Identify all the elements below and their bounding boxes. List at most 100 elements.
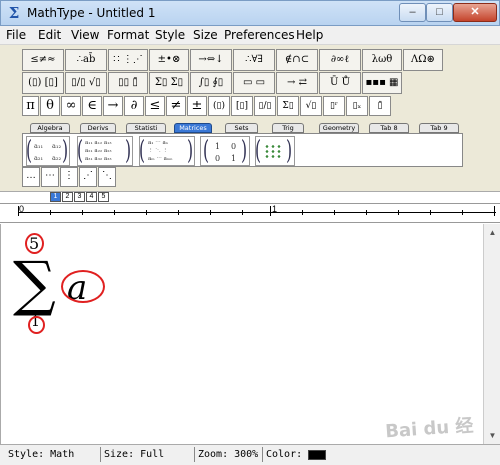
matrix-template-panel: ( a₁₁ a₁₂ a₂₁ a₂₂ ) ( a₁₁ a₁₂ a₁₃ a₂₁ a₂… <box>22 133 463 167</box>
status-style: Style: Math <box>8 449 75 460</box>
tab-trig[interactable]: Trig <box>272 123 304 133</box>
window-title: MathType - Untitled 1 <box>27 6 156 20</box>
matrix-3x3-template[interactable]: ( a₁₁ a₁₂ a₁₃ a₂₁ a₂₂ a₂₃ a₃₁ a₃₂ a₃₃ ) <box>77 136 133 166</box>
ellipsis-row: … ⋯ ⋮ ⋰ ⋱ <box>22 167 116 187</box>
menu-preferences[interactable]: Preferences <box>224 28 295 42</box>
tab-statistics[interactable]: Statisti <box>126 123 166 133</box>
less-equal-symbol-button[interactable]: ≤ <box>145 96 165 116</box>
pi-symbol-button[interactable]: π <box>22 96 39 116</box>
brackets-template-button[interactable]: [▯] <box>231 96 253 116</box>
arrow-symbol-button[interactable]: → <box>103 96 123 116</box>
ruler-baseline <box>18 212 496 213</box>
status-size: Size: Full <box>104 449 165 460</box>
element-of-symbol-button[interactable]: ∈ <box>82 96 102 116</box>
centered-ellipsis-button[interactable]: ⋯ <box>41 167 59 187</box>
toolbar: ≤≠≈ ∴ab̄ ∷ ⋮⋰ ±•⊗ →⇔↓ ∴∀∃ ∉∩⊂ ∂∞ℓ λωθ ΛΩ… <box>0 45 500 192</box>
menu-style[interactable]: Style <box>155 28 185 42</box>
template-palette-row: (▯) [▯] ▯/▯ √▯ ▯▯ ▯̄ Σ▯ Σ▯ ∫▯ ∮▯ ▭ ▭ → ⇄… <box>22 72 402 94</box>
tab-derivs[interactable]: Derivs <box>80 123 116 133</box>
sigma-icon: Σ <box>8 4 20 22</box>
status-zoom: Zoom: 300% <box>198 449 259 460</box>
menu-size[interactable]: Size <box>193 28 218 42</box>
quick-symbol-row: π θ ∞ ∈ → ∂ ≤ ≠ ± (▯) [▯] ▯/▯ Σ▯ √▯ ▯ʳ ▯… <box>22 96 391 116</box>
greek-lower-palette-button[interactable]: λωθ <box>362 49 402 71</box>
scroll-up-arrow[interactable]: ▲ <box>486 226 499 239</box>
ruler-label-0: 0 <box>19 204 25 214</box>
tab-size-buttons: 1 2 3 4 5 <box>50 192 109 202</box>
fraction-radical-templates-button[interactable]: ▯/▯ √▯ <box>65 72 107 94</box>
script-templates-button[interactable]: ▯▯ ▯̄ <box>108 72 148 94</box>
diagonal-up-ellipsis-button[interactable]: ⋰ <box>79 167 97 187</box>
scroll-down-arrow[interactable]: ▼ <box>486 429 499 442</box>
operators-palette-button[interactable]: ±•⊗ <box>149 49 189 71</box>
ruler[interactable]: 0 1 <box>0 203 500 223</box>
diagonal-down-ellipsis-button[interactable]: ⋱ <box>98 167 116 187</box>
vertical-scrollbar[interactable]: ▲ ▼ <box>483 224 500 444</box>
size-button-2[interactable]: 2 <box>62 192 73 202</box>
minimize-button[interactable]: – <box>399 3 426 22</box>
menu-bar: File Edit View Format Style Size Prefere… <box>0 26 500 45</box>
misc-palette-button[interactable]: ∂∞ℓ <box>319 49 361 71</box>
integral-templates-button[interactable]: ∫▯ ∮▯ <box>190 72 232 94</box>
vertical-ellipsis-button[interactable]: ⋮ <box>60 167 78 187</box>
status-bar: Style: Math Size: Full Zoom: 300% Color: <box>0 444 500 465</box>
subscript-template-button[interactable]: ▯ₓ <box>346 96 368 116</box>
relations-palette-button[interactable]: ≤≠≈ <box>22 49 64 71</box>
tab-sets[interactable]: Sets <box>225 123 258 133</box>
fence-templates-button[interactable]: (▯) [▯] <box>22 72 64 94</box>
theta-symbol-button[interactable]: θ <box>40 96 60 116</box>
baseline-ellipsis-button[interactable]: … <box>22 167 40 187</box>
fraction-template-button[interactable]: ▯/▯ <box>254 96 276 116</box>
size-button-4[interactable]: 4 <box>86 192 97 202</box>
identity-matrix-template[interactable]: ( 1 0 0 1 ) <box>200 136 250 166</box>
matrix-dots-icon <box>264 144 282 158</box>
embellishments-palette-button[interactable]: ∷ ⋮⋰ <box>108 49 148 71</box>
sparse-matrix-template[interactable]: ( ) <box>255 136 295 166</box>
not-equal-symbol-button[interactable]: ≠ <box>166 96 186 116</box>
menu-view[interactable]: View <box>71 28 99 42</box>
sqrt-template-button[interactable]: √▯ <box>300 96 322 116</box>
status-color-label: Color: <box>266 449 303 460</box>
size-button-3[interactable]: 3 <box>74 192 85 202</box>
menu-edit[interactable]: Edit <box>38 28 61 42</box>
overbar-template-button[interactable]: ▯̄ <box>369 96 391 116</box>
color-swatch <box>308 450 326 460</box>
close-button[interactable]: ✕ <box>453 3 497 22</box>
tab-bar: Algebra Derivs Statisti Matrices Sets Tr… <box>22 123 462 133</box>
maximize-button[interactable]: □ <box>426 3 453 22</box>
logic-palette-button[interactable]: ∴∀∃ <box>233 49 275 71</box>
size-button-1[interactable]: 1 <box>50 192 61 202</box>
summation-templates-button[interactable]: Σ▯ Σ▯ <box>149 72 189 94</box>
equation-edit-area[interactable]: 5 ∑ a 1 Bai du 经验 <box>0 224 483 465</box>
greek-upper-palette-button[interactable]: ΛΩ⊛ <box>403 49 443 71</box>
matrix-mxn-template[interactable]: ( a₁ ⋯ aₙ ⋮ ⋱ ⋮ aₘ ⋯ aₘₙ ) <box>139 136 195 166</box>
summand-highlight <box>61 270 105 303</box>
lower-limit-highlight <box>28 316 45 334</box>
partial-symbol-button[interactable]: ∂ <box>124 96 144 116</box>
tab-8[interactable]: Tab 8 <box>369 123 409 133</box>
menu-file[interactable]: File <box>6 28 26 42</box>
title-bar: Σ MathType - Untitled 1 – □ ✕ <box>0 0 500 26</box>
spaces-palette-button[interactable]: ∴ab̄ <box>65 49 107 71</box>
tab-matrices[interactable]: Matrices <box>174 123 212 133</box>
menu-help[interactable]: Help <box>296 28 323 42</box>
sets-palette-button[interactable]: ∉∩⊂ <box>276 49 318 71</box>
size-button-5[interactable]: 5 <box>98 192 109 202</box>
symbol-palette-row: ≤≠≈ ∴ab̄ ∷ ⋮⋰ ±•⊗ →⇔↓ ∴∀∃ ∉∩⊂ ∂∞ℓ λωθ ΛΩ… <box>22 49 443 71</box>
sum-template-button[interactable]: Σ▯ <box>277 96 299 116</box>
menu-format[interactable]: Format <box>107 28 149 42</box>
matrix-templates-button[interactable]: ▪▪▪ ▦ <box>362 72 402 94</box>
superscript-template-button[interactable]: ▯ʳ <box>323 96 345 116</box>
tab-algebra[interactable]: Algebra <box>30 123 70 133</box>
summation-operator[interactable]: ∑ <box>13 254 56 314</box>
matrix-2x2-template[interactable]: ( a₁₁ a₁₂ a₂₁ a₂₂ ) <box>26 136 70 166</box>
plus-minus-symbol-button[interactable]: ± <box>187 96 207 116</box>
parentheses-template-button[interactable]: (▯) <box>208 96 230 116</box>
arrows-palette-button[interactable]: →⇔↓ <box>190 49 232 71</box>
bar-templates-button[interactable]: ▭ ▭ <box>233 72 275 94</box>
infinity-symbol-button[interactable]: ∞ <box>61 96 81 116</box>
tab-9[interactable]: Tab 9 <box>419 123 459 133</box>
product-templates-button[interactable]: Ū Ů <box>319 72 361 94</box>
tab-geometry[interactable]: Geometry <box>319 123 359 133</box>
labeled-arrow-templates-button[interactable]: → ⇄ <box>276 72 318 94</box>
